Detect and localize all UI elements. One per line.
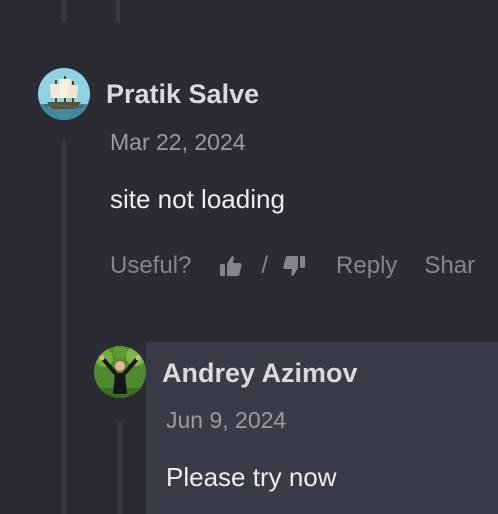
thread-line-top-left [62, 0, 66, 22]
reply-date: Jun 9, 2024 [166, 407, 287, 433]
reply-button[interactable]: Reply [336, 252, 397, 280]
person-avatar-icon[interactable] [94, 346, 146, 398]
reply-thread-line [118, 422, 122, 514]
thumbs-up-icon[interactable] [219, 254, 243, 278]
comment-thread-line [62, 140, 66, 514]
comment-author-name[interactable]: Pratik Salve [106, 79, 259, 110]
thumbs-down-icon[interactable] [282, 254, 306, 278]
comment-date: Mar 22, 2024 [110, 129, 246, 155]
comment-text: site not loading [110, 184, 285, 214]
vote-separator: / [261, 252, 269, 279]
share-button[interactable]: Shar [424, 252, 475, 280]
reply-card: Andrey Azimov Jun 9, 2024 Please try now [146, 342, 498, 514]
useful-label: Useful? [110, 252, 192, 279]
ship-avatar-icon[interactable] [38, 68, 90, 120]
reply-author-name[interactable]: Andrey Azimov [162, 358, 358, 389]
thread-line-top-right [116, 0, 120, 22]
reply-text: Please try now [166, 462, 337, 492]
comments-thread: Pratik Salve Mar 22, 2024 site not loadi… [0, 0, 498, 514]
comment-actions: Useful? / Reply Shar [110, 248, 475, 284]
